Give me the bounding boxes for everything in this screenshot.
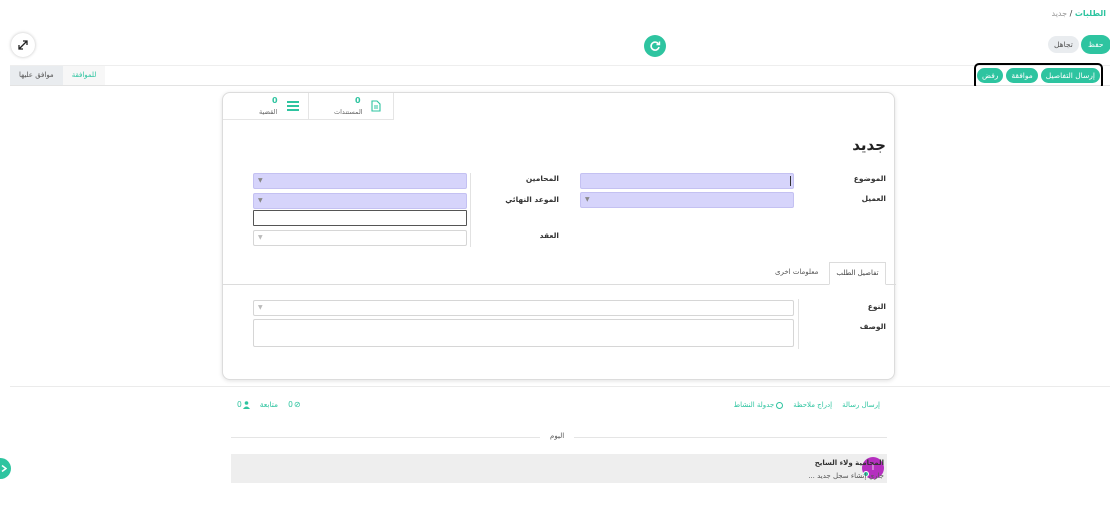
chatter-actions: إرسال رسالة إدراج ملاحظة جدولة النشاط xyxy=(734,401,880,409)
smart-button-documents[interactable]: 0 المستندات xyxy=(309,93,394,120)
subject-input[interactable] xyxy=(580,173,794,189)
clock-icon xyxy=(776,401,784,409)
subject-label: الموضوع xyxy=(853,174,886,183)
save-button[interactable]: حفظ xyxy=(1081,35,1110,54)
reject-button[interactable]: رفض xyxy=(977,68,1004,83)
tab-request-details-label: تفاصيل الطلب xyxy=(836,269,879,277)
paperclip-icon: ⊘ xyxy=(293,400,301,409)
message-body: جاري إنشاء سجل جديد ... xyxy=(808,472,884,480)
refresh-button[interactable] xyxy=(644,35,666,57)
chatter-message xyxy=(231,454,887,483)
lawyers-select[interactable]: ▼ xyxy=(253,173,467,189)
description-label: الوصف xyxy=(859,322,886,331)
status-bar xyxy=(10,65,1110,86)
client-dropdown-icon: ▼ xyxy=(585,196,590,203)
today-label: اليوم xyxy=(540,432,575,440)
type-label: النوع xyxy=(867,302,886,311)
deadline-date-input[interactable] xyxy=(253,210,467,226)
side-panel-toggle[interactable] xyxy=(0,458,11,479)
contract-select[interactable]: ▼ xyxy=(253,230,467,246)
tab-other-info[interactable]: معلومات اخرى xyxy=(775,268,818,276)
breadcrumb-parent-link[interactable]: الطلبات xyxy=(1075,9,1106,18)
document-icon xyxy=(371,100,381,112)
follow-button[interactable]: متابعة xyxy=(260,400,278,409)
discard-button[interactable]: تجاهل xyxy=(1048,36,1079,53)
case-label: القضية xyxy=(259,108,278,116)
expand-button[interactable] xyxy=(11,33,35,57)
contract-label: العقد xyxy=(539,231,559,240)
breadcrumb-separator: / xyxy=(1069,9,1073,18)
user-icon xyxy=(242,400,250,409)
lawyers-dropdown-icon: ▼ xyxy=(258,177,263,184)
form-sheet: 0 القضية 0 المستندات جديد الموضوع العميل… xyxy=(222,92,896,380)
chatter-meta: 0 متابعة 0 ⊘ xyxy=(237,400,301,409)
message-author[interactable]: المحامية ولاء السايح xyxy=(815,459,884,467)
list-icon xyxy=(287,101,299,111)
type-dropdown-icon: ▼ xyxy=(258,304,263,311)
breadcrumb-current: جديد xyxy=(1051,9,1068,18)
discard-button-wrap: تجاهل xyxy=(1048,36,1079,53)
stage-pending[interactable]: للموافقة xyxy=(62,66,106,85)
schedule-activity-link[interactable]: جدولة النشاط xyxy=(734,401,784,409)
lawyers-label: المحامين xyxy=(525,174,559,183)
chatter-separator xyxy=(10,386,1110,387)
save-button-wrap: حفظ xyxy=(1081,35,1110,54)
followers-button[interactable]: 0 xyxy=(237,400,250,409)
followers-count: 0 xyxy=(237,400,242,409)
description-textarea[interactable] xyxy=(253,319,794,347)
action-buttons: رفض موافقة إرسال التفاصيل xyxy=(977,68,1100,83)
client-label: العميل xyxy=(861,194,886,203)
details-divider xyxy=(798,299,799,349)
tabs-baseline xyxy=(223,284,896,285)
deadline-label: الموعد النهائي xyxy=(505,195,559,204)
documents-label: المستندات xyxy=(334,108,363,116)
schedule-activity-label: جدولة النشاط xyxy=(733,401,775,409)
contract-dropdown-icon: ▼ xyxy=(258,234,263,241)
column-divider xyxy=(470,173,471,247)
status-stages: موافق عليها للموافقة xyxy=(10,66,106,85)
deadline-dropdown-icon: ▼ xyxy=(258,197,263,204)
tab-request-details[interactable]: تفاصيل الطلب xyxy=(829,262,886,285)
client-select[interactable]: ▼ xyxy=(580,192,794,208)
send-details-button[interactable]: إرسال التفاصيل xyxy=(1040,68,1100,83)
refresh-icon xyxy=(650,41,661,51)
attachments-count: 0 xyxy=(288,400,293,409)
smart-button-case[interactable]: 0 القضية xyxy=(223,93,309,120)
smart-buttons: 0 القضية 0 المستندات xyxy=(223,93,394,120)
send-message-link[interactable]: إرسال رسالة xyxy=(842,401,880,409)
documents-count: 0 xyxy=(355,96,361,105)
breadcrumb: الطلبات / جديد xyxy=(1052,9,1107,18)
case-count: 0 xyxy=(272,96,278,105)
deadline-select[interactable]: ▼ xyxy=(253,193,467,209)
expand-icon xyxy=(18,40,28,50)
log-note-link[interactable]: إدراج ملاحظة xyxy=(793,401,832,409)
approve-button[interactable]: موافقة xyxy=(1006,68,1038,83)
chevron-right-icon xyxy=(1,465,7,472)
text-cursor xyxy=(790,176,791,186)
stage-approved[interactable]: موافق عليها xyxy=(10,66,63,85)
attachments-button[interactable]: 0 ⊘ xyxy=(288,400,300,409)
type-select[interactable]: ▼ xyxy=(253,300,794,316)
record-title: جديد xyxy=(852,136,886,154)
